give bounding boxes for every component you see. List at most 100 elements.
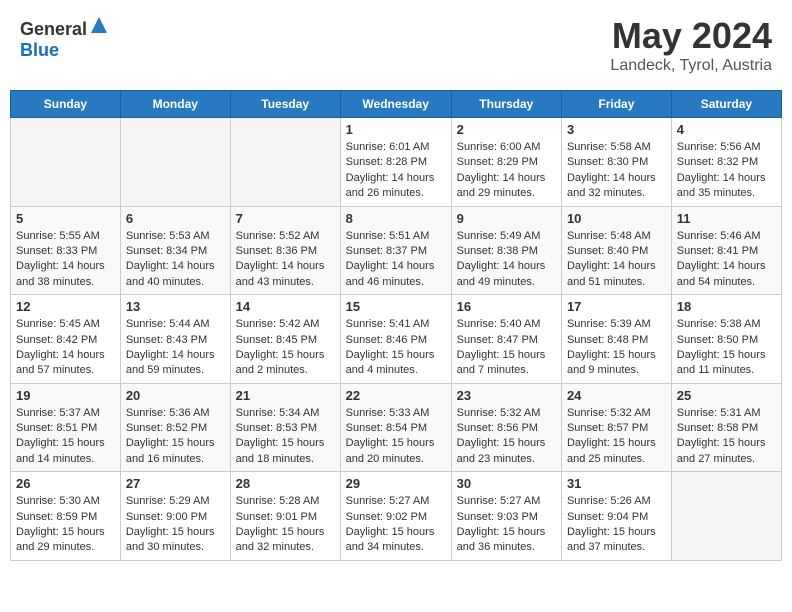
day-info: Sunrise: 5:40 AMSunset: 8:47 PMDaylight:… bbox=[457, 317, 556, 379]
day-number: 30 bbox=[457, 476, 556, 491]
day-number: 10 bbox=[567, 211, 666, 226]
table-row: 13 Sunrise: 5:44 AMSunset: 8:43 PMDayligh… bbox=[120, 295, 230, 384]
day-info: Sunrise: 5:42 AMSunset: 8:45 PMDaylight:… bbox=[236, 317, 335, 379]
calendar-week-row: 1 Sunrise: 6:01 AMSunset: 8:28 PMDaylight… bbox=[11, 118, 782, 207]
calendar-header-monday: Monday bbox=[120, 91, 230, 118]
day-number: 9 bbox=[457, 211, 556, 226]
day-info: Sunrise: 5:51 AMSunset: 8:37 PMDaylight:… bbox=[346, 229, 446, 291]
table-row: 16 Sunrise: 5:40 AMSunset: 8:47 PMDayligh… bbox=[451, 295, 561, 384]
day-info: Sunrise: 5:49 AMSunset: 8:38 PMDaylight:… bbox=[457, 229, 556, 291]
table-row: 8 Sunrise: 5:51 AMSunset: 8:37 PMDaylight… bbox=[340, 206, 451, 295]
calendar-header-friday: Friday bbox=[561, 91, 671, 118]
location-subtitle: Landeck, Tyrol, Austria bbox=[610, 57, 772, 75]
day-info: Sunrise: 5:26 AMSunset: 9:04 PMDaylight:… bbox=[567, 494, 666, 556]
day-number: 7 bbox=[236, 211, 335, 226]
table-row: 30 Sunrise: 5:27 AMSunset: 9:03 PMDayligh… bbox=[451, 472, 561, 561]
day-info: Sunrise: 5:36 AMSunset: 8:52 PMDaylight:… bbox=[126, 406, 225, 468]
day-number: 26 bbox=[16, 476, 115, 491]
day-number: 21 bbox=[236, 388, 335, 403]
day-number: 24 bbox=[567, 388, 666, 403]
day-number: 14 bbox=[236, 299, 335, 314]
day-info: Sunrise: 5:34 AMSunset: 8:53 PMDaylight:… bbox=[236, 406, 335, 468]
day-number: 23 bbox=[457, 388, 556, 403]
day-number: 5 bbox=[16, 211, 115, 226]
day-number: 17 bbox=[567, 299, 666, 314]
table-row: 24 Sunrise: 5:32 AMSunset: 8:57 PMDayligh… bbox=[561, 383, 671, 472]
day-number: 3 bbox=[567, 122, 666, 137]
calendar-header-row: SundayMondayTuesdayWednesdayThursdayFrid… bbox=[11, 91, 782, 118]
calendar-week-row: 5Sunrise: 5:55 AMSunset: 8:33 PMDaylight… bbox=[11, 206, 782, 295]
table-row: 7 Sunrise: 5:52 AMSunset: 8:36 PMDaylight… bbox=[230, 206, 340, 295]
title-block: May 2024 Landeck, Tyrol, Austria bbox=[610, 15, 772, 75]
day-number: 12 bbox=[16, 299, 115, 314]
day-info: Sunrise: 5:31 AMSunset: 8:58 PMDaylight:… bbox=[677, 406, 776, 468]
day-number: 1 bbox=[346, 122, 446, 137]
day-number: 22 bbox=[346, 388, 446, 403]
table-row: 17Sunrise: 5:39 AMSunset: 8:48 PMDayligh… bbox=[561, 295, 671, 384]
logo-icon bbox=[89, 15, 109, 35]
day-info: Sunrise: 5:56 AMSunset: 8:32 PMDaylight:… bbox=[677, 140, 776, 202]
table-row: 14 Sunrise: 5:42 AMSunset: 8:45 PMDayligh… bbox=[230, 295, 340, 384]
table-row: 6 Sunrise: 5:53 AMSunset: 8:34 PMDaylight… bbox=[120, 206, 230, 295]
table-row: 5Sunrise: 5:55 AMSunset: 8:33 PMDaylight… bbox=[11, 206, 121, 295]
day-info: Sunrise: 5:27 AMSunset: 9:02 PMDaylight:… bbox=[346, 494, 446, 556]
month-title: May 2024 bbox=[610, 15, 772, 57]
logo-blue: Blue bbox=[20, 40, 59, 60]
day-number: 13 bbox=[126, 299, 225, 314]
day-number: 6 bbox=[126, 211, 225, 226]
table-row: 12 Sunrise: 5:45 AMSunset: 8:42 PMDayligh… bbox=[11, 295, 121, 384]
day-number: 27 bbox=[126, 476, 225, 491]
day-info: Sunrise: 5:30 AMSunset: 8:59 PMDaylight:… bbox=[16, 494, 115, 556]
table-row: 3 Sunrise: 5:58 AMSunset: 8:30 PMDaylight… bbox=[561, 118, 671, 207]
calendar-table: SundayMondayTuesdayWednesdayThursdayFrid… bbox=[10, 90, 782, 561]
day-info: Sunrise: 5:44 AMSunset: 8:43 PMDaylight:… bbox=[126, 317, 225, 379]
calendar-week-row: 12 Sunrise: 5:45 AMSunset: 8:42 PMDayligh… bbox=[11, 295, 782, 384]
day-number: 31 bbox=[567, 476, 666, 491]
day-info: Sunrise: 5:27 AMSunset: 9:03 PMDaylight:… bbox=[457, 494, 556, 556]
table-row bbox=[120, 118, 230, 207]
day-info: Sunrise: 5:46 AMSunset: 8:41 PMDaylight:… bbox=[677, 229, 776, 291]
page-header: General Blue May 2024 Landeck, Tyrol, Au… bbox=[10, 10, 782, 80]
table-row: 29Sunrise: 5:27 AMSunset: 9:02 PMDayligh… bbox=[340, 472, 451, 561]
day-info: Sunrise: 5:38 AMSunset: 8:50 PMDaylight:… bbox=[677, 317, 776, 379]
table-row: 1 Sunrise: 6:01 AMSunset: 8:28 PMDaylight… bbox=[340, 118, 451, 207]
day-number: 28 bbox=[236, 476, 335, 491]
day-info: Sunrise: 5:32 AMSunset: 8:56 PMDaylight:… bbox=[457, 406, 556, 468]
day-info: Sunrise: 5:45 AMSunset: 8:42 PMDaylight:… bbox=[16, 317, 115, 379]
table-row: 15 Sunrise: 5:41 AMSunset: 8:46 PMDayligh… bbox=[340, 295, 451, 384]
table-row bbox=[230, 118, 340, 207]
day-number: 20 bbox=[126, 388, 225, 403]
table-row: 9 Sunrise: 5:49 AMSunset: 8:38 PMDaylight… bbox=[451, 206, 561, 295]
day-number: 18 bbox=[677, 299, 776, 314]
table-row: 4 Sunrise: 5:56 AMSunset: 8:32 PMDaylight… bbox=[671, 118, 781, 207]
calendar-week-row: 19Sunrise: 5:37 AMSunset: 8:51 PMDayligh… bbox=[11, 383, 782, 472]
logo: General Blue bbox=[20, 15, 109, 61]
table-row: 22Sunrise: 5:33 AMSunset: 8:54 PMDayligh… bbox=[340, 383, 451, 472]
day-info: Sunrise: 5:48 AMSunset: 8:40 PMDaylight:… bbox=[567, 229, 666, 291]
table-row: 20 Sunrise: 5:36 AMSunset: 8:52 PMDayligh… bbox=[120, 383, 230, 472]
calendar-week-row: 26 Sunrise: 5:30 AMSunset: 8:59 PMDayligh… bbox=[11, 472, 782, 561]
calendar-header-saturday: Saturday bbox=[671, 91, 781, 118]
calendar-header-wednesday: Wednesday bbox=[340, 91, 451, 118]
day-number: 8 bbox=[346, 211, 446, 226]
day-info: Sunrise: 5:41 AMSunset: 8:46 PMDaylight:… bbox=[346, 317, 446, 379]
day-number: 16 bbox=[457, 299, 556, 314]
table-row bbox=[11, 118, 121, 207]
table-row: 26 Sunrise: 5:30 AMSunset: 8:59 PMDayligh… bbox=[11, 472, 121, 561]
table-row: 2Sunrise: 6:00 AMSunset: 8:29 PMDaylight… bbox=[451, 118, 561, 207]
day-info: Sunrise: 5:37 AMSunset: 8:51 PMDaylight:… bbox=[16, 406, 115, 468]
day-info: Sunrise: 5:29 AMSunset: 9:00 PMDaylight:… bbox=[126, 494, 225, 556]
day-number: 2 bbox=[457, 122, 556, 137]
day-number: 15 bbox=[346, 299, 446, 314]
day-info: Sunrise: 5:52 AMSunset: 8:36 PMDaylight:… bbox=[236, 229, 335, 291]
table-row: 10 Sunrise: 5:48 AMSunset: 8:40 PMDayligh… bbox=[561, 206, 671, 295]
day-info: Sunrise: 6:01 AMSunset: 8:28 PMDaylight:… bbox=[346, 140, 446, 202]
table-row: 21 Sunrise: 5:34 AMSunset: 8:53 PMDayligh… bbox=[230, 383, 340, 472]
day-info: Sunrise: 5:58 AMSunset: 8:30 PMDaylight:… bbox=[567, 140, 666, 202]
day-number: 4 bbox=[677, 122, 776, 137]
logo-general: General bbox=[20, 19, 87, 39]
day-info: Sunrise: 5:32 AMSunset: 8:57 PMDaylight:… bbox=[567, 406, 666, 468]
day-info: Sunrise: 5:28 AMSunset: 9:01 PMDaylight:… bbox=[236, 494, 335, 556]
day-info: Sunrise: 5:53 AMSunset: 8:34 PMDaylight:… bbox=[126, 229, 225, 291]
table-row: 27 Sunrise: 5:29 AMSunset: 9:00 PMDayligh… bbox=[120, 472, 230, 561]
